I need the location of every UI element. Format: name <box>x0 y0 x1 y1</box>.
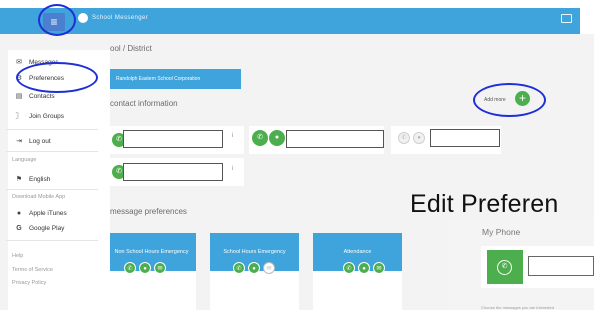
district-button[interactable]: Randolph Eastern School Corporation <box>110 69 241 89</box>
envelope-icon[interactable]: ✉ <box>373 262 385 274</box>
chat-icon[interactable]: ● <box>358 262 370 274</box>
chat-icon[interactable]: ● <box>413 132 425 144</box>
sidebar-item-label: Join Groups <box>29 112 65 120</box>
phone-icon[interactable]: ✆ <box>343 262 355 274</box>
my-phone-field[interactable] <box>528 256 594 276</box>
sign-out-icon: ⇥ <box>16 138 22 145</box>
edit-preferences-title: Edit Preferen <box>410 190 559 218</box>
envelope-icon[interactable]: ✉ <box>154 262 166 274</box>
google-icon: G <box>16 224 22 232</box>
brand-name: School Messenger <box>92 15 149 21</box>
sidebar-item-label: Contacts <box>29 92 55 100</box>
download-heading: Download Mobile App <box>12 194 66 200</box>
pref-card[interactable]: School Hours Emergency ✆ ● ✉ <box>210 233 299 310</box>
sidebar-item-join-groups[interactable]: 〗 Join Groups <box>8 109 65 123</box>
privacy-link[interactable]: Privacy Policy <box>12 280 46 286</box>
sidebar-divider <box>6 151 98 152</box>
flag-icon: ⚑ <box>15 176 23 183</box>
sidebar-item-log-out[interactable]: ⇥ Log out <box>8 134 51 148</box>
chat-icon[interactable]: ● <box>269 130 285 146</box>
sidebar-item-label: Apple iTunes <box>29 209 67 217</box>
pref-card-icons: ✆ ● ✉ <box>233 262 278 274</box>
phone-icon[interactable]: ✆ <box>124 262 136 274</box>
envelope-icon[interactable]: ✉ <box>263 262 275 274</box>
chat-icon[interactable]: ● <box>139 262 151 274</box>
annotation-circle <box>473 83 546 117</box>
chat-icon[interactable]: ● <box>248 262 260 274</box>
pref-card-icons: ✆ ● ✉ <box>124 262 169 274</box>
phone-icon[interactable]: ✆ <box>497 260 512 275</box>
pref-card-icons: ✆ ● ✉ <box>343 262 388 274</box>
apple-icon: ● <box>16 209 22 217</box>
sign-out-icon[interactable] <box>561 14 572 23</box>
app-link-apple[interactable]: ● Apple iTunes <box>8 206 67 220</box>
district-title: ool / District <box>110 44 152 53</box>
phone-field[interactable] <box>123 163 223 181</box>
info-icon[interactable]: i <box>232 133 233 139</box>
pref-card[interactable]: Non School Hours Emergency ✆ ● ✉ <box>107 233 196 310</box>
app-link-google[interactable]: G Google Play <box>8 221 64 235</box>
sidebar-divider <box>6 240 98 241</box>
phone-field[interactable] <box>430 129 500 147</box>
terms-link[interactable]: Terms of Service <box>12 267 53 273</box>
brand-mark-icon <box>78 13 88 23</box>
phone-icon[interactable]: ✆ <box>233 262 245 274</box>
envelope-icon: ✉ <box>16 59 22 66</box>
sidebar-item-label: English <box>29 175 51 183</box>
sidebar-item-label: Google Play <box>29 224 65 232</box>
phone-field[interactable] <box>123 130 223 148</box>
info-icon[interactable]: i <box>232 166 233 172</box>
brand-logo: School Messenger <box>78 13 148 23</box>
help-link[interactable]: Help <box>12 253 23 259</box>
language-heading: Language <box>12 157 37 163</box>
language-select[interactable]: ⚑ English <box>8 172 50 186</box>
address-book-icon: ▤ <box>15 93 23 100</box>
sidebar-divider <box>6 129 98 130</box>
rss-icon: 〗 <box>15 113 23 120</box>
message-preferences-title: message preferences <box>110 207 187 216</box>
pref-card[interactable]: Attendance ✆ ● ✉ <box>313 233 402 310</box>
my-phone-label: My Phone <box>482 227 521 237</box>
phone-icon[interactable]: ✆ <box>252 130 268 146</box>
phone-icon[interactable]: ✆ <box>398 132 410 144</box>
sidebar-divider <box>6 189 98 190</box>
sidebar-item-label: Log out <box>29 137 51 145</box>
annotation-circle <box>38 4 76 36</box>
contact-info-title: contact information <box>110 99 178 108</box>
popup-footer-text: Choose the messages you are interested <box>481 305 554 310</box>
annotation-circle <box>16 62 98 93</box>
phone-field[interactable] <box>286 130 384 148</box>
